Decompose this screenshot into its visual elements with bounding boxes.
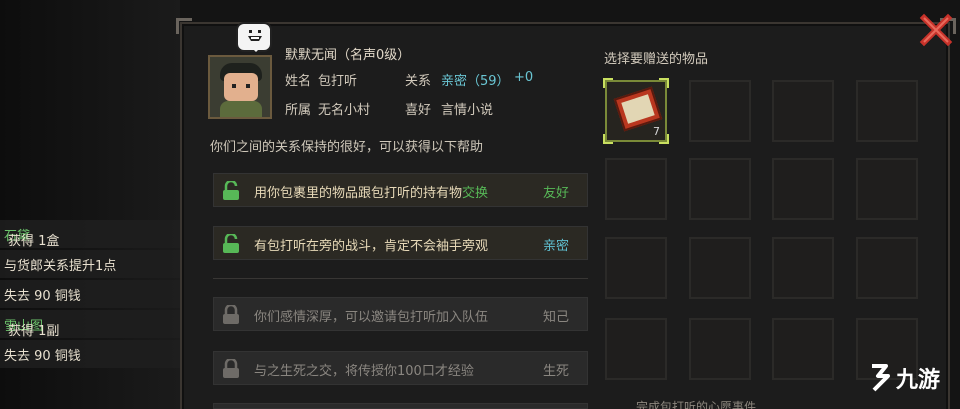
log-line: 与货郎关系提升1点 (0, 250, 180, 278)
gift-slot[interactable] (856, 237, 918, 299)
faction-value: 无名小村 (318, 103, 371, 118)
gift-slot[interactable] (689, 237, 751, 299)
hobby-label: 喜好 (405, 103, 432, 118)
log-line: 获得 1盒 石黛 (0, 220, 180, 249)
item-quantity: 7 (653, 125, 660, 138)
relation-description: 你们之间的关系保持的很好，可以获得以下帮助 (210, 140, 484, 155)
option-invite-party: 你们感情深厚，可以邀请包打听加入队伍 知己 (213, 297, 588, 331)
option-tag: 友好 (542, 186, 569, 201)
divider (213, 278, 588, 279)
unlocked-padlock-icon (223, 234, 239, 253)
relation-delta: +0 (514, 70, 534, 85)
gift-slot-selected[interactable]: 7 (603, 78, 669, 144)
log-line: 获得 1副 雪山图 (0, 310, 180, 339)
option-partial (213, 403, 588, 409)
gift-slot[interactable] (689, 158, 751, 220)
gift-slot[interactable] (605, 158, 667, 220)
relation-value: 亲密（59） (441, 74, 510, 89)
gift-slot[interactable] (772, 237, 834, 299)
unlocked-padlock-icon (223, 181, 239, 200)
emote-bubble (236, 22, 272, 52)
close-icon[interactable] (918, 12, 954, 48)
gift-slot[interactable] (772, 158, 834, 220)
gift-slot[interactable] (772, 80, 834, 142)
npc-title: 默默无闻（名声0级） (285, 48, 411, 63)
option-tag: 亲密 (542, 239, 569, 254)
option-tag: 生死 (542, 364, 569, 379)
gift-slot[interactable] (856, 158, 918, 220)
gift-slot[interactable] (605, 318, 667, 380)
gift-slot[interactable] (772, 318, 834, 380)
name-value: 包打听 (318, 74, 358, 89)
npc-portrait (208, 55, 272, 119)
locked-padlock-icon (223, 305, 239, 324)
option-highlight: 交换 (462, 186, 489, 201)
gift-slot[interactable] (605, 237, 667, 299)
locked-padlock-icon (223, 359, 239, 378)
gift-panel-title: 选择要赠送的物品 (604, 52, 709, 67)
faction-label: 所属 (285, 103, 312, 118)
name-label: 姓名 (285, 74, 312, 89)
option-tag: 知己 (542, 310, 569, 325)
grin-face-icon (248, 30, 262, 41)
option-teach-skill: 与之生死之交，将传授你100口才经验 生死 (213, 351, 588, 385)
panel-corner-ornament (176, 18, 192, 34)
log-line: 失去 90 铜钱 (0, 280, 180, 308)
gift-slot[interactable] (856, 80, 918, 142)
relation-label: 关系 (405, 74, 432, 89)
watermark-text: 九游 (896, 368, 941, 393)
log-line: 失去 90 铜钱 (0, 340, 180, 368)
option-exchange[interactable]: 用你包裹里的物品跟包打听的持有物交换 友好 (213, 173, 588, 207)
watermark-logo-icon (872, 364, 890, 392)
gift-slot[interactable] (689, 318, 751, 380)
option-battle-help[interactable]: 有包打听在旁的战斗，肯定不会袖手旁观 亲密 (213, 226, 588, 260)
hobby-value: 言情小说 (441, 103, 494, 118)
gift-slot[interactable] (689, 80, 751, 142)
wish-event-hint: 完成包打听的心愿事件 (636, 400, 757, 409)
